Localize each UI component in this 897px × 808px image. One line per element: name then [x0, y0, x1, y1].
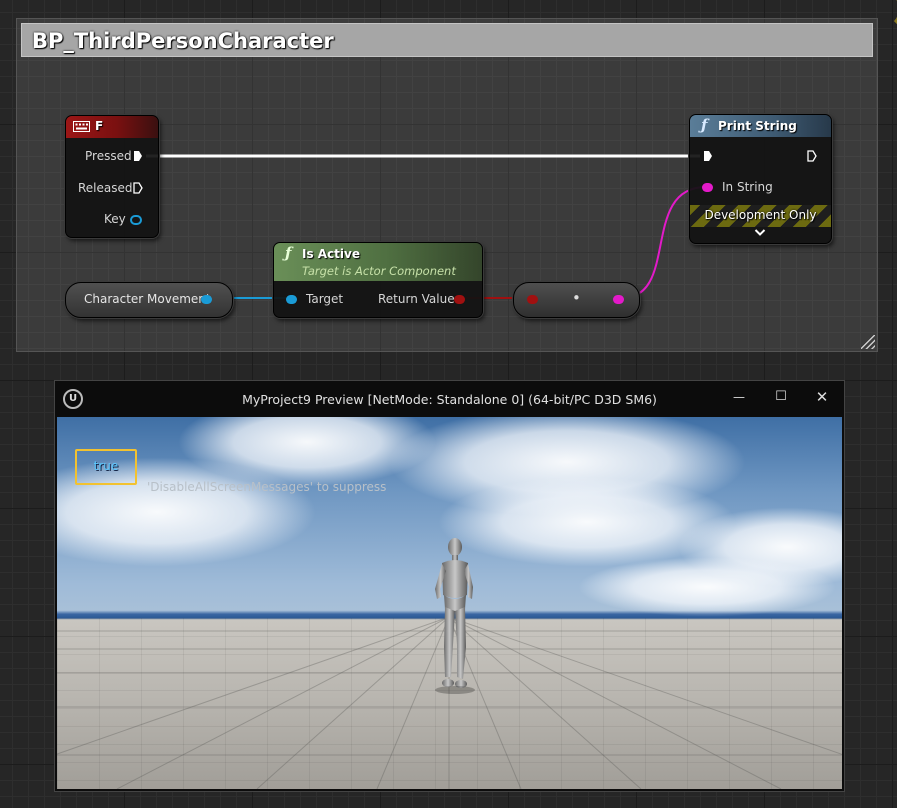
comment-title: BP_ThirdPersonCharacter: [32, 29, 334, 53]
return-value-pin[interactable]: [454, 295, 465, 304]
key-event-node[interactable]: F Pressed Released Key: [65, 115, 159, 238]
key-event-title: F: [95, 119, 104, 133]
released-exec-pin[interactable]: [133, 182, 143, 194]
conversion-node[interactable]: •: [513, 282, 640, 318]
keyboard-icon: [73, 121, 90, 132]
mannequin-character: [435, 538, 475, 694]
pressed-exec-pin[interactable]: [133, 150, 143, 162]
debug-message-true: true: [93, 459, 119, 473]
print-exec-in-pin[interactable]: [703, 150, 713, 162]
function-icon: ƒ: [285, 244, 292, 262]
conversion-output-pin[interactable]: [613, 295, 624, 304]
is-active-node[interactable]: ƒ Is Active Target is Actor Component Ta…: [273, 242, 483, 318]
return-value-label: Return Value: [378, 292, 455, 306]
key-label: Key: [104, 212, 126, 226]
in-string-label: In String: [722, 180, 773, 194]
resize-grip[interactable]: [861, 335, 875, 349]
comment-header[interactable]: BP_ThirdPersonCharacter: [21, 23, 873, 57]
pressed-label: Pressed: [85, 149, 132, 163]
preview-window[interactable]: U MyProject9 Preview [NetMode: Standalon…: [54, 380, 845, 792]
in-string-pin[interactable]: [702, 183, 713, 192]
conversion-dot: •: [572, 289, 581, 307]
chevron-down-icon[interactable]: [754, 228, 766, 237]
character-movement-pin[interactable]: [201, 295, 212, 304]
target-label: Target: [306, 292, 344, 306]
debug-message-highlight: true: [75, 449, 137, 485]
close-button[interactable]: ✕: [804, 385, 840, 409]
character-movement-node[interactable]: Character Movement: [65, 282, 233, 318]
key-struct-pin[interactable]: [130, 215, 142, 225]
print-string-node[interactable]: ƒ Print String In String Development Onl…: [689, 114, 832, 244]
target-pin[interactable]: [286, 295, 297, 304]
print-string-title: Print String: [718, 119, 797, 133]
conversion-input-pin[interactable]: [527, 295, 538, 304]
game-viewport[interactable]: true 'DisableAllScreenMessages' to suppr…: [57, 417, 842, 789]
minimize-button[interactable]: —: [721, 385, 757, 409]
is-active-title: Is Active: [302, 247, 360, 261]
function-icon: ƒ: [701, 116, 708, 134]
is-active-subtitle: Target is Actor Component: [302, 264, 456, 278]
development-only-label: Development Only: [704, 208, 817, 222]
character-movement-label: Character Movement: [84, 292, 211, 306]
suppress-hint: 'DisableAllScreenMessages' to suppress: [147, 480, 387, 494]
released-label: Released: [78, 181, 133, 195]
print-exec-out-pin[interactable]: [807, 150, 817, 162]
maximize-button[interactable]: ☐: [763, 385, 799, 409]
